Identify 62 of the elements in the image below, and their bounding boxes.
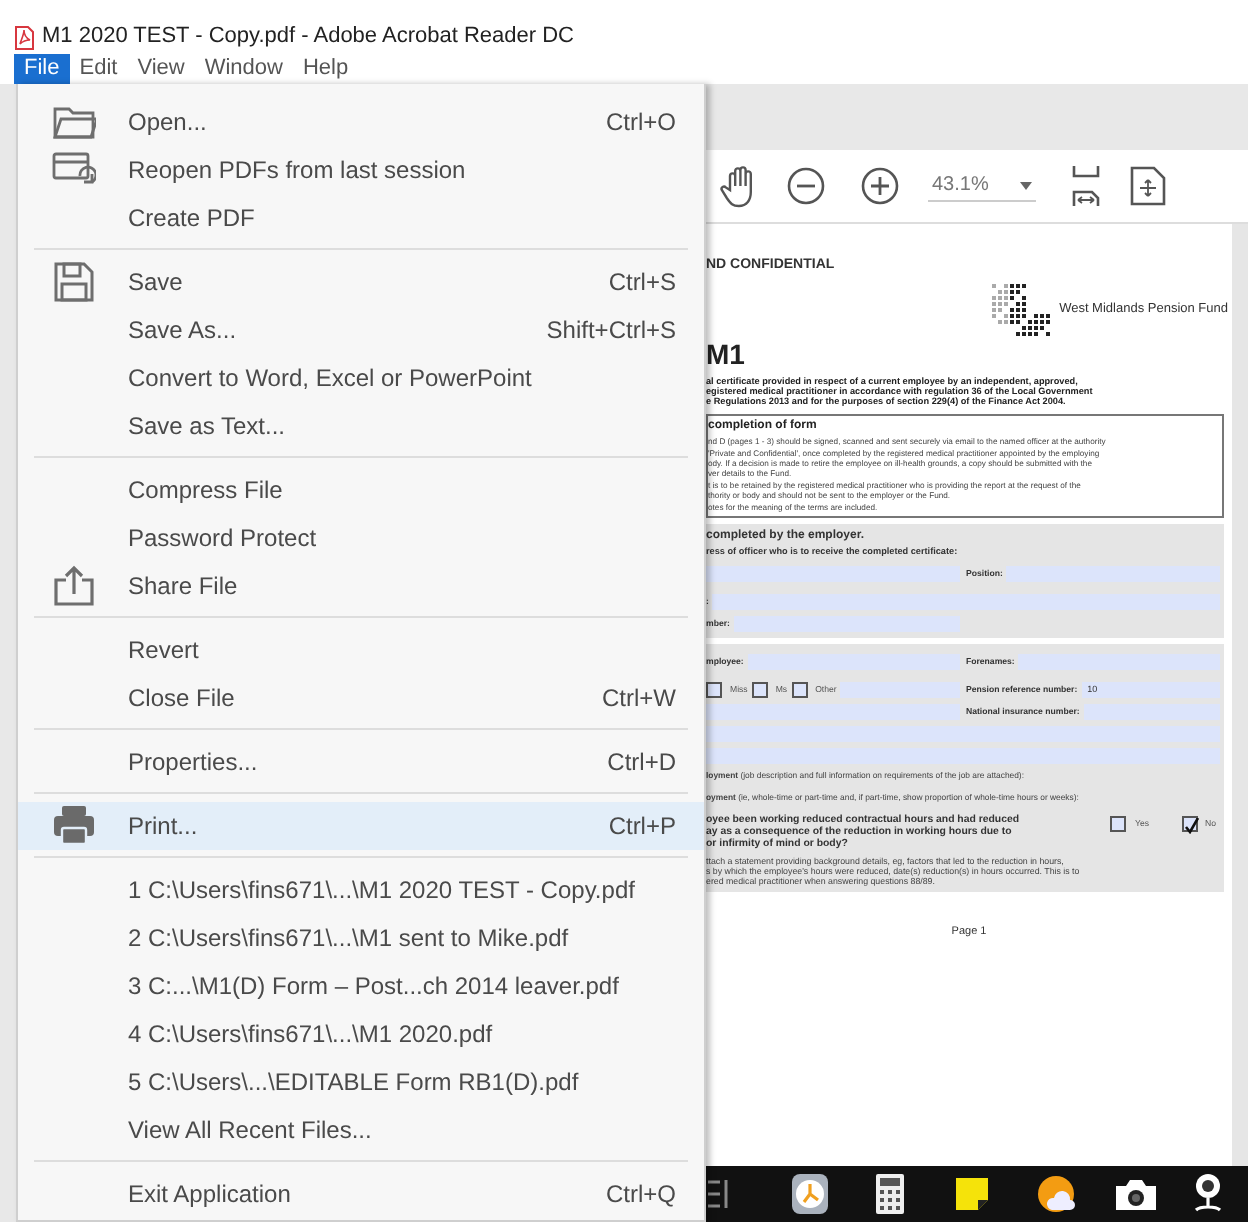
app-icon[interactable] <box>706 1176 730 1212</box>
checkbox[interactable] <box>791 681 808 698</box>
shortcut-label: Ctrl+Q <box>605 1178 676 1212</box>
shortcut-label: Ctrl+S <box>608 266 676 300</box>
shortcut-label: Ctrl+O <box>605 106 676 140</box>
form-field[interactable] <box>706 703 960 720</box>
shortcut-label: Ctrl+W <box>602 682 676 716</box>
menu-item[interactable]: 4 C:\Users\fins671\...\M1 2020.pdf <box>18 1010 704 1058</box>
checkbox[interactable] <box>751 681 768 698</box>
weather-icon[interactable] <box>1034 1174 1078 1214</box>
menu-item[interactable]: View All Recent Files... <box>18 1106 704 1154</box>
menu-item[interactable]: Open... Ctrl+O <box>18 98 704 146</box>
clock-icon[interactable] <box>790 1172 830 1216</box>
menu-item[interactable]: Save Ctrl+S <box>18 258 704 306</box>
menu-item[interactable]: Help <box>292 54 359 84</box>
menu-item[interactable]: Save As... Shift+Ctrl+S <box>18 306 704 354</box>
shortcut-label: Shift+Ctrl+S <box>546 314 676 348</box>
calculator-icon[interactable] <box>874 1172 906 1216</box>
menu-item[interactable]: Exit Application Ctrl+Q <box>18 1170 704 1218</box>
caret-icon <box>1020 181 1033 189</box>
share-icon <box>51 564 95 608</box>
menu-item[interactable]: Compress File <box>18 466 704 514</box>
menu-item[interactable]: Properties... Ctrl+D <box>18 738 704 786</box>
window-title: M1 2020 TEST - Copy.pdf - Adobe Acrobat Reader DC <box>42 22 574 53</box>
location-pin-icon[interactable] <box>1192 1172 1224 1216</box>
menu-item[interactable]: Print... Ctrl+P <box>18 802 704 850</box>
save-icon <box>51 260 95 304</box>
form-field[interactable] <box>706 565 960 582</box>
menu-item[interactable]: Reopen PDFs from last session <box>18 146 704 194</box>
form-field[interactable] <box>706 725 1220 742</box>
menu-item[interactable]: Share File <box>18 562 704 610</box>
checkbox[interactable] <box>706 681 722 698</box>
camera-icon[interactable] <box>1114 1176 1158 1212</box>
pdf-file-icon <box>14 25 34 49</box>
shortcut-label: Ctrl+D <box>607 746 676 780</box>
document-icon[interactable] <box>1130 166 1167 206</box>
zoom-in-icon[interactable] <box>860 166 900 206</box>
sticky-note-icon[interactable] <box>954 1176 990 1212</box>
menu-item[interactable]: Password Protect <box>18 514 704 562</box>
menu-item[interactable]: Window <box>194 54 293 84</box>
menu-item[interactable]: 5 C:\Users\...\EDITABLE Form RB1(D).pdf <box>18 1058 704 1106</box>
zoom-out-icon[interactable] <box>786 166 826 206</box>
form-field[interactable] <box>706 747 1220 764</box>
menu-item[interactable]: Save as Text... <box>18 402 704 450</box>
menu-item[interactable]: View <box>127 54 195 84</box>
menu-item[interactable]: 1 C:\Users\fins671\...\M1 2020 TEST - Copy.pdf <box>18 866 704 914</box>
zoom-dropdown[interactable]: 43.1% <box>928 170 1037 202</box>
print-icon <box>51 804 95 848</box>
menu-item[interactable]: Revert <box>18 626 704 674</box>
menu-item[interactable]: 3 C:...\M1(D) Form – Post...ch 2014 leaver.pdf <box>18 962 704 1010</box>
fit-page-icon[interactable] <box>1070 164 1103 208</box>
menu-item[interactable]: Convert to Word, Excel or PowerPoint <box>18 354 704 402</box>
menu-item[interactable]: Create PDF <box>18 194 704 242</box>
checkbox[interactable] <box>1181 816 1197 833</box>
form-title: M1 <box>706 337 747 369</box>
form-field[interactable] <box>712 593 1220 610</box>
menu-item[interactable]: 2 C:\Users\fins671\...\M1 sent to Mike.pdf <box>18 914 704 962</box>
menu-item[interactable]: Edit <box>69 54 128 84</box>
menu-item[interactable]: File <box>14 54 70 84</box>
checkbox[interactable] <box>1110 816 1127 833</box>
shortcut-label: Ctrl+P <box>608 810 676 844</box>
menu-item[interactable]: Close File Ctrl+W <box>18 674 704 722</box>
